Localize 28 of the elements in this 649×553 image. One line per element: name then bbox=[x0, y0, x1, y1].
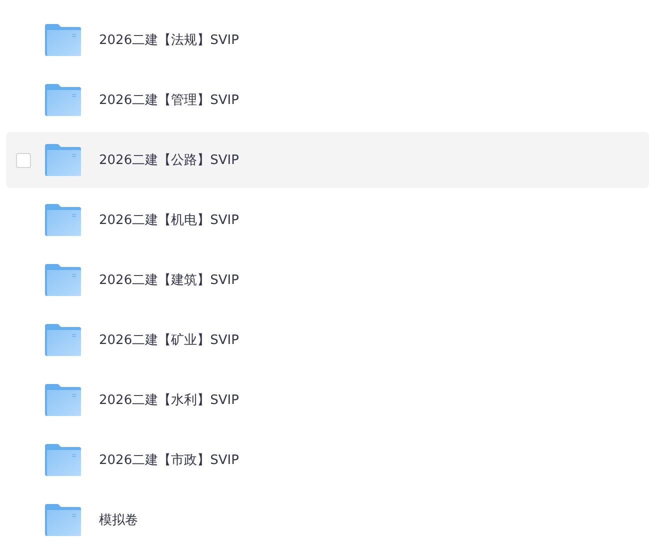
folder-row[interactable]: 2026二建【管理】SVIP bbox=[6, 72, 649, 128]
folder-icon bbox=[45, 384, 81, 416]
folder-name[interactable]: 2026二建【管理】SVIP bbox=[99, 91, 239, 109]
folder-name[interactable]: 2026二建【矿业】SVIP bbox=[99, 331, 239, 349]
folder-icon bbox=[45, 504, 81, 536]
folder-name[interactable]: 2026二建【建筑】SVIP bbox=[99, 271, 239, 289]
folder-icon bbox=[45, 204, 81, 236]
folder-row[interactable]: 2026二建【法规】SVIP bbox=[6, 12, 649, 68]
folder-row[interactable]: 2026二建【机电】SVIP bbox=[6, 192, 649, 248]
folder-name[interactable]: 2026二建【法规】SVIP bbox=[99, 31, 239, 49]
folder-row[interactable]: 2026二建【建筑】SVIP bbox=[6, 252, 649, 308]
folder-name[interactable]: 2026二建【机电】SVIP bbox=[99, 211, 239, 229]
folder-row[interactable]: 2026二建【市政】SVIP bbox=[6, 432, 649, 488]
folder-name[interactable]: 2026二建【公路】SVIP bbox=[99, 151, 239, 169]
folder-icon bbox=[45, 324, 81, 356]
folder-icon bbox=[45, 84, 81, 116]
folder-name[interactable]: 2026二建【水利】SVIP bbox=[99, 391, 239, 409]
folder-row[interactable]: 2026二建【矿业】SVIP bbox=[6, 312, 649, 368]
folder-row[interactable]: 2026二建【公路】SVIP bbox=[6, 132, 649, 188]
folder-icon bbox=[45, 444, 81, 476]
folder-icon bbox=[45, 24, 81, 56]
folder-row[interactable]: 模拟卷 bbox=[6, 492, 649, 548]
checkbox[interactable] bbox=[16, 152, 31, 168]
folder-name[interactable]: 模拟卷 bbox=[99, 511, 138, 529]
folder-name[interactable]: 2026二建【市政】SVIP bbox=[99, 451, 239, 469]
folder-icon bbox=[45, 264, 81, 296]
folder-row[interactable]: 2026二建【水利】SVIP bbox=[6, 372, 649, 428]
folder-icon bbox=[45, 144, 81, 176]
